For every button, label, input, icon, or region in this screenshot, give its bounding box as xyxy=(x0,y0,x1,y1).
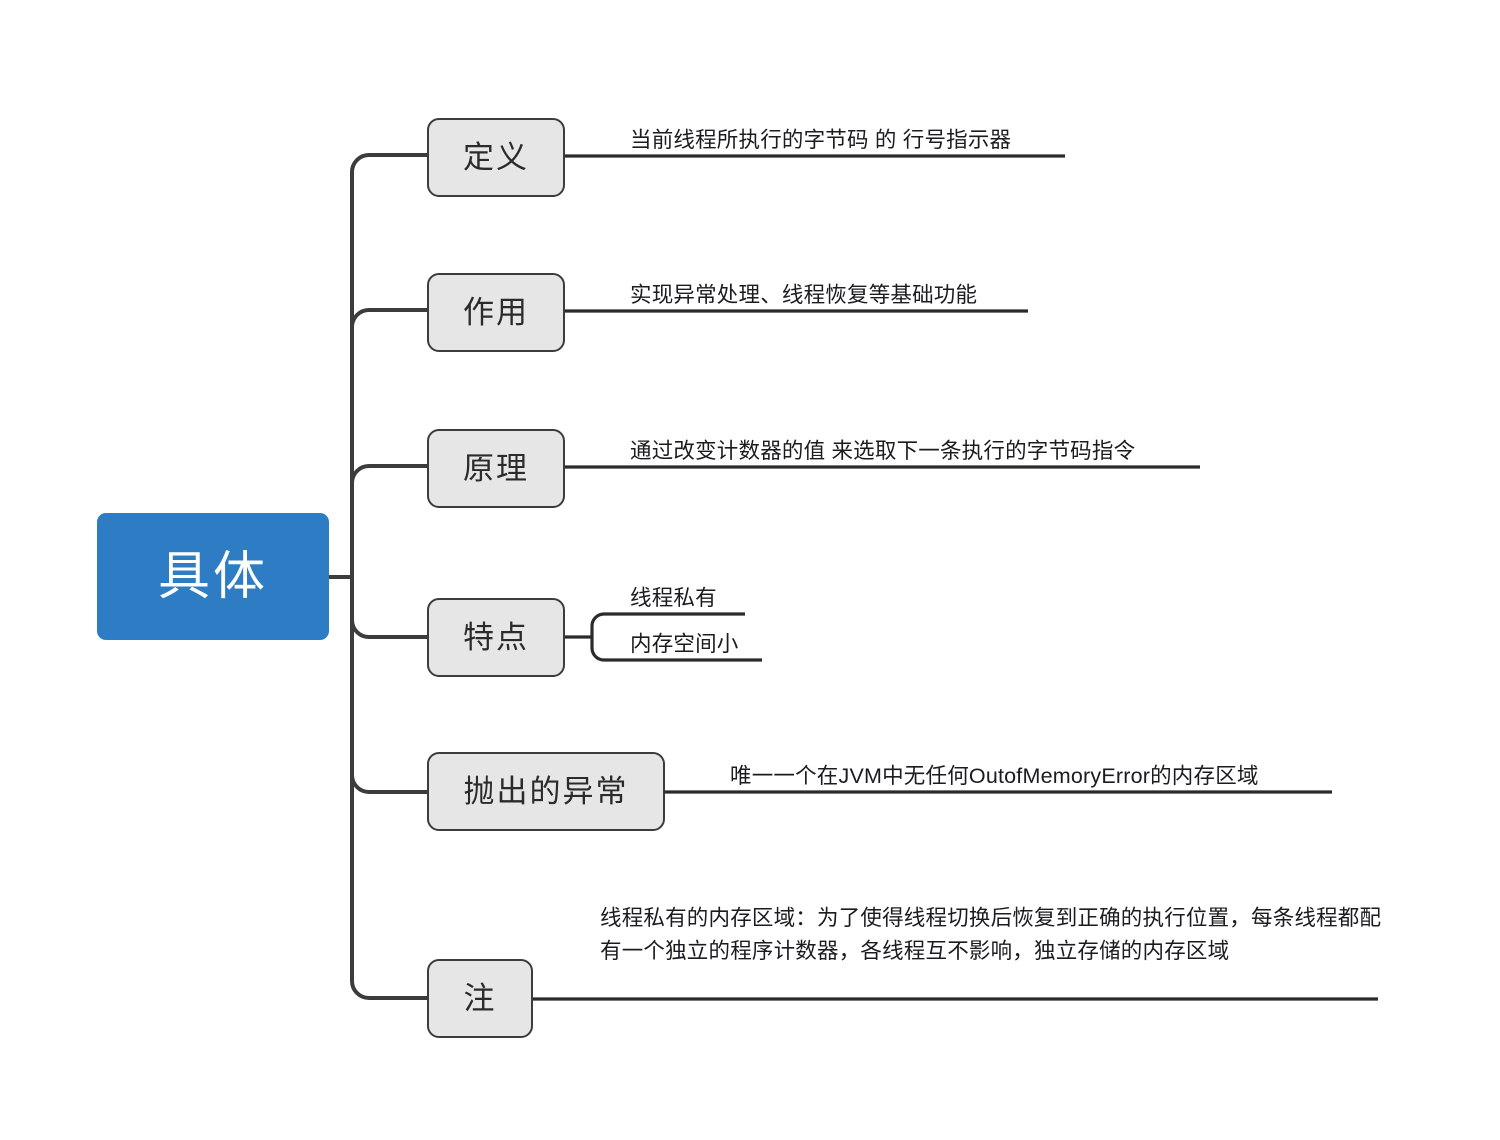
elbow-yuanli xyxy=(350,464,427,484)
branch-node-label: 定义 xyxy=(463,140,529,175)
leaf-text-yuanli: 通过改变计数器的值 来选取下一条执行的字节码指令 xyxy=(630,439,1136,463)
elbow-paochu xyxy=(350,774,427,794)
branch-node-label: 原理 xyxy=(463,451,529,486)
branch-node-label: 抛出的异常 xyxy=(463,774,629,809)
branch-node-label: 特点 xyxy=(463,620,529,655)
branch-node-paochudeyichang[interactable]: 抛出的异常 xyxy=(427,752,665,831)
branch-node-label: 注 xyxy=(463,981,497,1016)
leaf-text-neicunkongjianxiao: 内存空间小 xyxy=(630,632,739,656)
branch-node-zuoyong[interactable]: 作用 xyxy=(427,273,565,352)
mindmap-canvas: 具体 定义 作用 原理 特点 抛出的异常 注 当前线程所执行的字节码 的 行号指… xyxy=(0,0,1500,1140)
branch-node-yuanli[interactable]: 原理 xyxy=(427,429,565,508)
leaf-text-zhu: 线程私有的内存区域：为了使得线程切换后恢复到正确的执行位置，每条线程都配有一个独… xyxy=(600,906,1382,963)
branch-node-dingyi[interactable]: 定义 xyxy=(427,118,565,197)
root-node[interactable]: 具体 xyxy=(97,513,329,640)
elbow-zhu xyxy=(350,980,427,1000)
sub-elbow-xianchengsiyou xyxy=(590,612,745,627)
leaf-text-paochudeyichang: 唯一一个在JVM中无任何OutofMemoryError的内存区域 xyxy=(730,764,1259,788)
elbow-dingyi xyxy=(350,153,427,173)
elbow-tedian xyxy=(350,619,427,639)
branch-node-zhu[interactable]: 注 xyxy=(427,959,533,1038)
root-node-label: 具体 xyxy=(157,547,268,606)
leaf-text-xianchengsiyou: 线程私有 xyxy=(630,586,717,610)
branch-node-label: 作用 xyxy=(463,295,529,330)
branch-node-tedian[interactable]: 特点 xyxy=(427,598,565,677)
leaf-text-zuoyong: 实现异常处理、线程恢复等基础功能 xyxy=(630,283,978,307)
elbow-zuoyong xyxy=(350,308,427,328)
leaf-text-dingyi: 当前线程所执行的字节码 的 行号指示器 xyxy=(630,128,1012,152)
